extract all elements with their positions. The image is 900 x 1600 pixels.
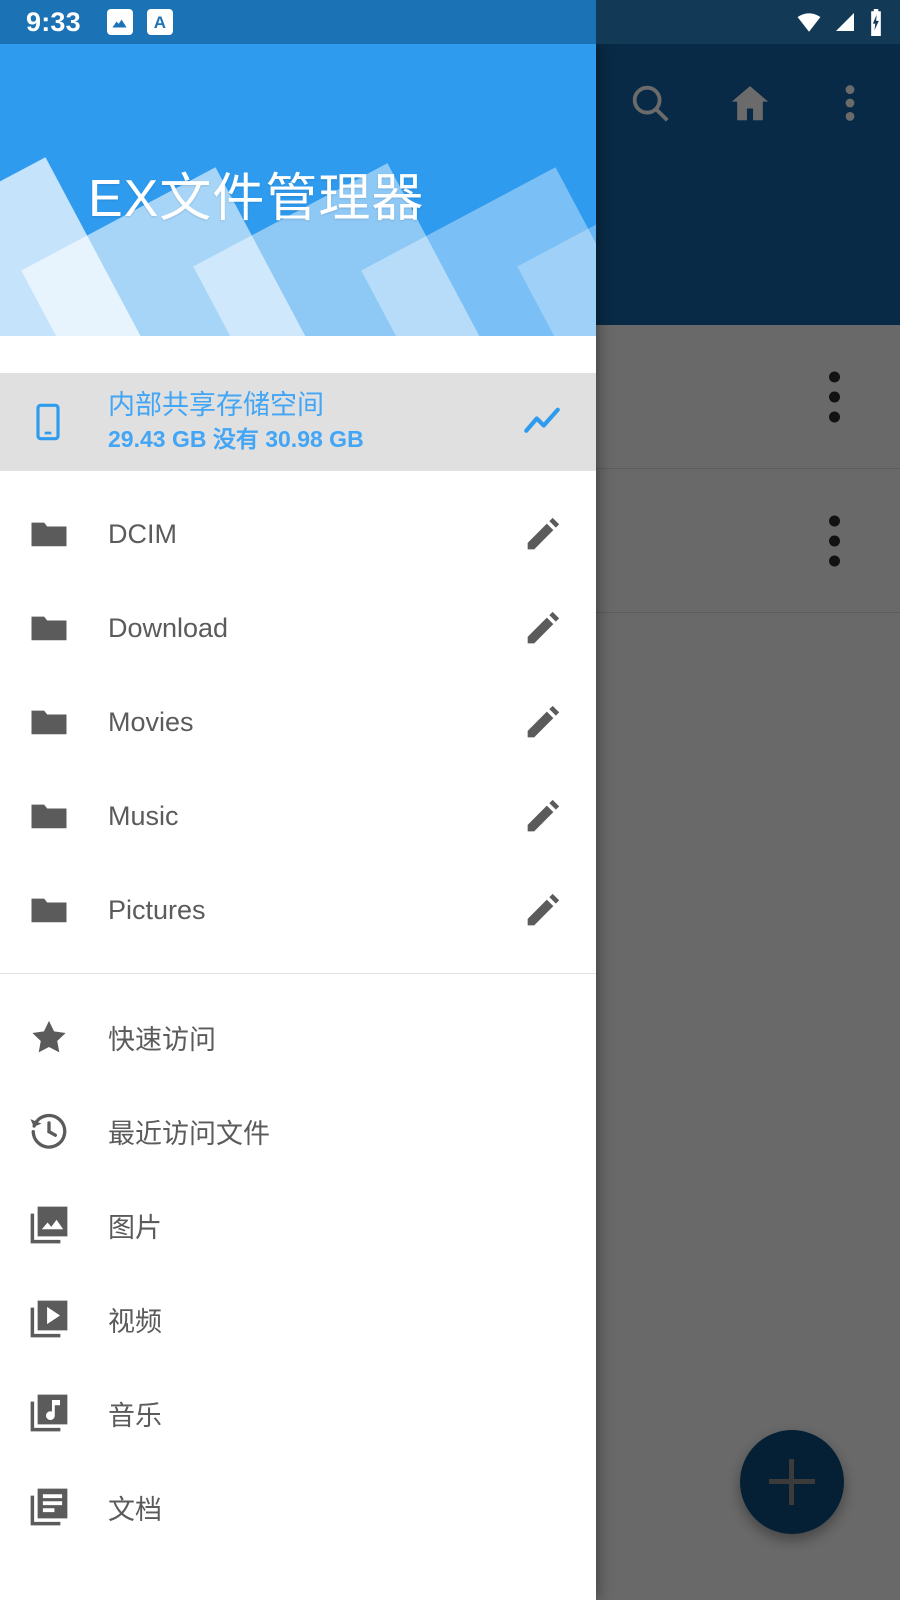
photo-library-icon: [28, 1204, 90, 1246]
status-bar-notification-icons: A: [106, 9, 173, 35]
folder-icon: [28, 795, 90, 837]
sidebar-item-label: 快速访问: [108, 1024, 216, 1055]
storage-name: 内部共享存储空间: [108, 390, 324, 420]
star-icon: [28, 1016, 90, 1058]
sidebar-item-quick-access[interactable]: 快速访问: [0, 990, 596, 1084]
edit-pencil-icon[interactable]: [514, 514, 570, 554]
sidebar-item-pictures-folder[interactable]: Pictures: [0, 863, 596, 957]
history-icon: [28, 1110, 90, 1152]
battery-charging-icon: [868, 8, 884, 36]
folder-icon: [28, 513, 90, 555]
sidebar-item-recent-files[interactable]: 最近访问文件: [0, 1084, 596, 1178]
edit-pencil-icon[interactable]: [514, 702, 570, 742]
wifi-icon: [796, 9, 822, 35]
app-title: EX文件管理器: [88, 170, 425, 228]
sidebar-item-label: DCIM: [108, 518, 177, 549]
video-library-icon: [28, 1298, 90, 1340]
sidebar-item-pictures[interactable]: 图片: [0, 1178, 596, 1272]
phone-icon: [28, 402, 90, 442]
spacer: [0, 957, 596, 973]
sidebar-item-label: 音乐: [108, 1400, 162, 1431]
cellular-signal-icon: [833, 9, 857, 35]
sidebar-item-label: Download: [108, 612, 229, 643]
edit-pencil-icon[interactable]: [514, 608, 570, 648]
status-bar: 9:33 A: [0, 0, 900, 44]
sidebar-item-label: Music: [108, 800, 179, 831]
sidebar-item-label: 视频: [108, 1306, 162, 1337]
sidebar-item-label: 图片: [108, 1212, 162, 1243]
sidebar-item-documents[interactable]: 文档: [0, 1460, 596, 1554]
drawer-header: EX文件管理器: [0, 44, 596, 336]
folder-icon: [28, 607, 90, 649]
edit-pencil-icon[interactable]: [514, 796, 570, 836]
sidebar-item-videos[interactable]: 视频: [0, 1272, 596, 1366]
a-notification-icon: A: [146, 9, 173, 35]
status-bar-clock: 9:33: [26, 6, 81, 37]
document-library-icon: [28, 1486, 90, 1528]
navigation-drawer: EX文件管理器 内部共享存储空间 29.43 GB 没有 30.98 GB DC…: [0, 44, 596, 1600]
spacer: [0, 974, 596, 990]
edit-pencil-icon[interactable]: [514, 890, 570, 930]
sidebar-item-movies[interactable]: Movies: [0, 675, 596, 769]
status-bar-system-icons: [796, 8, 884, 36]
sidebar-item-dcim[interactable]: DCIM: [0, 487, 596, 581]
sidebar-item-label: Movies: [108, 706, 194, 737]
music-library-icon: [28, 1392, 90, 1434]
folder-icon: [28, 889, 90, 931]
storage-item[interactable]: 内部共享存储空间 29.43 GB 没有 30.98 GB: [0, 373, 596, 470]
sidebar-item-label: 文档: [108, 1494, 162, 1525]
image-notification-icon: [106, 9, 133, 35]
sidebar-item-music-folder[interactable]: Music: [0, 769, 596, 863]
spacer: [0, 471, 596, 487]
header-spacer: [0, 336, 596, 373]
sidebar-item-music[interactable]: 音乐: [0, 1366, 596, 1460]
folder-icon: [28, 701, 90, 743]
chart-line-icon[interactable]: [514, 401, 570, 443]
storage-detail: 29.43 GB 没有 30.98 GB: [108, 426, 364, 453]
sidebar-item-download[interactable]: Download: [0, 581, 596, 675]
sidebar-item-label: Pictures: [108, 894, 206, 925]
sidebar-item-label: 最近访问文件: [108, 1118, 270, 1149]
